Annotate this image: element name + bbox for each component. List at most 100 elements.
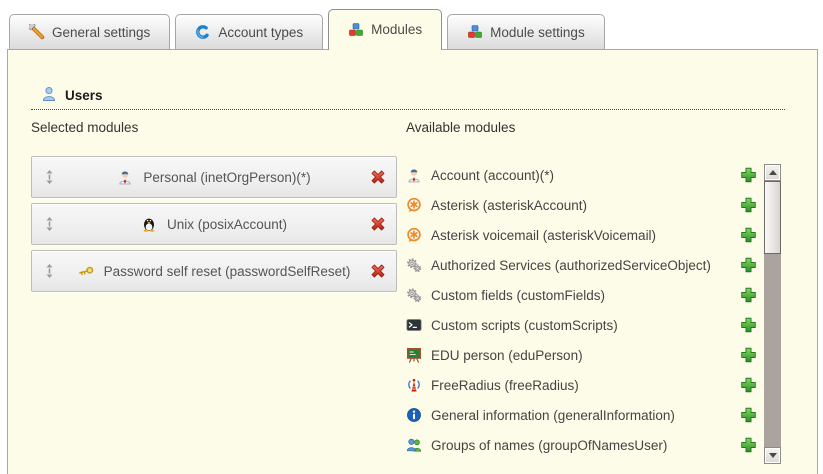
delete-icon	[369, 215, 387, 233]
delete-icon	[369, 168, 387, 186]
available-module-label: Asterisk voicemail (asteriskVoicemail)	[431, 228, 656, 243]
add-module-button[interactable]	[740, 197, 757, 214]
remove-module-button[interactable]	[369, 215, 387, 233]
add-module-button[interactable]	[740, 287, 757, 304]
available-module-row: Custom scripts (customScripts)	[406, 310, 770, 340]
blackboard-icon	[406, 347, 422, 363]
gears-icon	[406, 257, 422, 273]
asterisk-icon	[406, 227, 422, 243]
remove-module-button[interactable]	[369, 168, 387, 186]
add-module-button[interactable]	[740, 347, 757, 364]
available-module-label: General information (generalInformation)	[431, 408, 675, 423]
scrollbar-up-button[interactable]	[764, 164, 781, 181]
available-module-row: FreeRadius (freeRadius)	[406, 370, 770, 400]
available-module-row: Groups of names (groupOfNamesUser)	[406, 430, 770, 460]
available-module-row: Custom fields (customFields)	[406, 280, 770, 310]
tux-icon	[141, 216, 157, 232]
available-modules-list: Account (account)(*) Asterisk (asteriskA…	[406, 160, 770, 460]
add-module-button[interactable]	[740, 257, 757, 274]
selected-module-label: Personal (inetOrgPerson)(*)	[143, 170, 310, 185]
lam-config-window: General settings Account types Modules M…	[0, 0, 823, 474]
down-arrow-icon	[769, 453, 777, 458]
info-icon	[406, 407, 422, 423]
tab-label: Module settings	[490, 25, 585, 40]
available-modules-column: Available modules Account (account)(*) A…	[406, 120, 770, 460]
add-icon	[740, 407, 757, 424]
add-module-button[interactable]	[740, 437, 757, 454]
user-icon	[41, 86, 57, 105]
available-module-row: Authorized Services (authorizedServiceOb…	[406, 250, 770, 280]
modules-icon	[467, 24, 483, 40]
add-icon	[740, 227, 757, 244]
add-icon	[740, 197, 757, 214]
modules-tab-panel: Users Selected modules Personal (inetOrg…	[7, 49, 818, 474]
account-types-icon	[195, 24, 211, 40]
section-divider	[31, 109, 785, 110]
selected-module-label: Unix (posixAccount)	[167, 217, 287, 232]
available-module-row: General information (generalInformation)	[406, 400, 770, 430]
selected-module-item[interactable]: Password self reset (passwordSelfReset)	[31, 250, 397, 292]
available-module-label: Asterisk (asteriskAccount)	[431, 198, 587, 213]
add-icon	[740, 377, 757, 394]
add-module-button[interactable]	[740, 317, 757, 334]
add-icon	[740, 317, 757, 334]
available-module-row: EDU person (eduPerson)	[406, 340, 770, 370]
selected-modules-column: Selected modules Personal (inetOrgPerson…	[31, 120, 397, 297]
selected-module-label: Password self reset (passwordSelfReset)	[104, 264, 351, 279]
delete-icon	[369, 262, 387, 280]
person-icon	[117, 169, 133, 185]
tab-label: Account types	[218, 25, 303, 40]
tab-label: Modules	[371, 22, 422, 37]
drag-handle-icon[interactable]	[45, 264, 54, 279]
available-module-row: Asterisk (asteriskAccount)	[406, 190, 770, 220]
tab-module-settings[interactable]: Module settings	[447, 14, 605, 50]
add-icon	[740, 347, 757, 364]
tab-bar: General settings Account types Modules M…	[9, 0, 818, 50]
selected-modules-list: Personal (inetOrgPerson)(*) Unix (posixA…	[31, 156, 397, 292]
person-icon	[406, 167, 422, 183]
selected-module-item[interactable]: Personal (inetOrgPerson)(*)	[31, 156, 397, 198]
available-module-row: Account (account)(*)	[406, 160, 770, 190]
tab-modules[interactable]: Modules	[328, 9, 442, 50]
selected-modules-label: Selected modules	[31, 120, 397, 135]
scrollbar-track[interactable]	[764, 254, 781, 447]
available-module-label: Authorized Services (authorizedServiceOb…	[431, 258, 711, 273]
gears-icon	[406, 287, 422, 303]
terminal-icon	[406, 317, 422, 333]
add-icon	[740, 287, 757, 304]
tab-label: General settings	[52, 25, 150, 40]
remove-module-button[interactable]	[369, 262, 387, 280]
add-icon	[740, 167, 757, 184]
available-modules-scrollbar[interactable]	[764, 164, 781, 464]
available-module-label: FreeRadius (freeRadius)	[431, 378, 579, 393]
add-module-button[interactable]	[740, 377, 757, 394]
scrollbar-thumb[interactable]	[764, 181, 781, 254]
drag-handle-icon[interactable]	[45, 217, 54, 232]
available-module-label: Account (account)(*)	[431, 168, 554, 183]
wrench-icon	[29, 24, 45, 40]
add-module-button[interactable]	[740, 407, 757, 424]
drag-handle-icon[interactable]	[45, 170, 54, 185]
asterisk-icon	[406, 197, 422, 213]
key-icon	[78, 263, 94, 279]
modules-icon	[348, 22, 364, 38]
add-icon	[740, 257, 757, 274]
tab-general-settings[interactable]: General settings	[9, 14, 170, 50]
group-icon	[406, 437, 422, 453]
selected-module-item[interactable]: Unix (posixAccount)	[31, 203, 397, 245]
available-modules-label: Available modules	[406, 120, 770, 135]
tab-account-types[interactable]: Account types	[175, 14, 323, 50]
available-module-row: Asterisk voicemail (asteriskVoicemail)	[406, 220, 770, 250]
add-module-button[interactable]	[740, 167, 757, 184]
available-module-label: Custom fields (customFields)	[431, 288, 605, 303]
available-module-label: EDU person (eduPerson)	[431, 348, 583, 363]
users-section-heading: Users	[41, 86, 103, 105]
available-module-label: Custom scripts (customScripts)	[431, 318, 618, 333]
up-arrow-icon	[769, 170, 777, 175]
available-module-label: Groups of names (groupOfNamesUser)	[431, 438, 667, 453]
users-section-title: Users	[65, 88, 103, 103]
scrollbar-down-button[interactable]	[764, 447, 781, 464]
add-icon	[740, 437, 757, 454]
antenna-icon	[406, 377, 422, 393]
add-module-button[interactable]	[740, 227, 757, 244]
